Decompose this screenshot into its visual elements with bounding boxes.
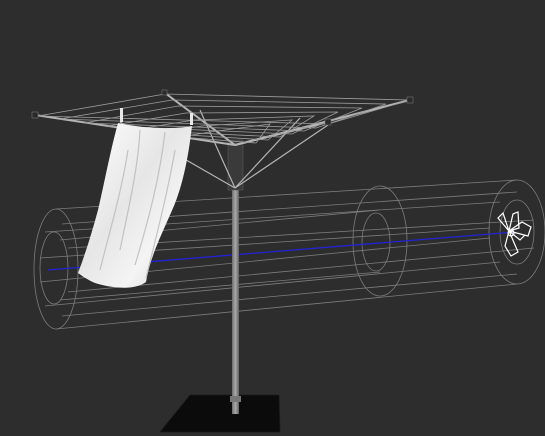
cloth-sheet[interactable] [78, 108, 193, 288]
clothes-peg-right [190, 113, 193, 125]
clothesline-base [159, 394, 281, 433]
clothesline-pole [232, 186, 239, 414]
pole-collar [230, 396, 241, 402]
3d-viewport[interactable] [0, 0, 545, 436]
viewport-canvas[interactable] [0, 0, 545, 436]
field-end-ring-outer [488, 179, 545, 285]
field-near-ring-inner [39, 231, 69, 305]
clothes-peg-left [120, 108, 123, 122]
